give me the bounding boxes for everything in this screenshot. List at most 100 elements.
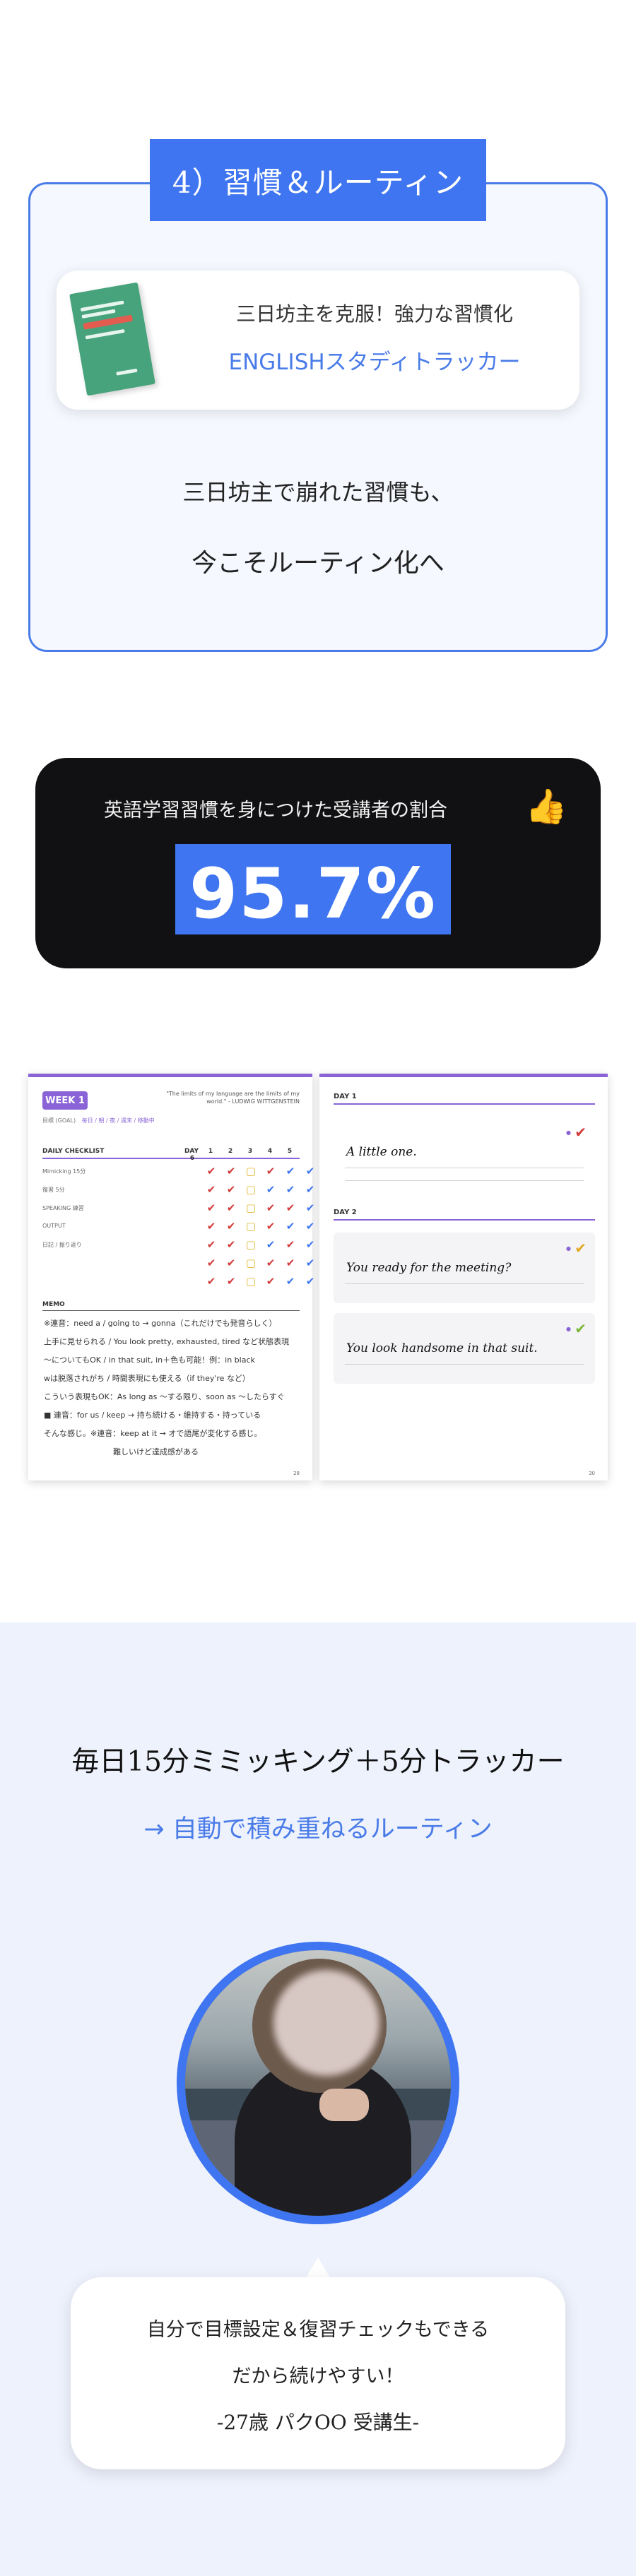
stat-label: 英語学習習慣を身につけた受講者の割合 (104, 800, 447, 821)
worksheet-left-page: WEEK 1 "The limits of my language are th… (28, 1074, 315, 1480)
habit-section-frame (28, 182, 608, 652)
check-mark-icon: ✔ (266, 1238, 276, 1251)
checklist-row: Mimicking 15分 ✔ ✔ ▢ ✔ ✔ ✔ (42, 1165, 314, 1179)
stat-card: 英語学習習慣を身につけた受講者の割合 👍 95.7% (35, 758, 601, 968)
student-photo (177, 1942, 459, 2224)
check-mark-icon: ✔ (305, 1165, 315, 1177)
check-mark-icon: ✔ (206, 1183, 216, 1196)
check-mark-icon: ▢ (245, 1165, 257, 1177)
checklist-row: 日記 / 振り返り ✔ ✔ ▢ ✔ ✔ ✔ (42, 1238, 314, 1252)
day-number: 4 (267, 1148, 273, 1155)
checklist-header: DAILY CHECKLIST DAY 1 2 3 4 5 6 (42, 1148, 300, 1162)
check-mark-icon: ▢ (245, 1257, 257, 1269)
memo-line: 上手に見せられる / You look pretty, exhausted, t… (44, 1337, 290, 1346)
check-mark-icon: ▢ (245, 1238, 257, 1251)
check-mark-icon: ✔ (226, 1201, 236, 1214)
stat-highlight: 95.7% (175, 844, 451, 934)
check-mark-icon: ✔ (285, 1165, 295, 1177)
routine-title: 毎日15分ミミッキング＋5分トラッカー (71, 1746, 565, 1778)
memo-line: こういう表現もOK：As long as ～する限り、soon as ～したらす… (44, 1392, 285, 1401)
check-mark-icon: ▢ (245, 1201, 257, 1214)
page-number: 28 (293, 1471, 300, 1476)
testimonial-line2: だから続けやすい！ (232, 2366, 404, 2387)
day-number: 3 (247, 1148, 253, 1155)
day-entry-card: ● ✔ You ready for the meeting? (334, 1233, 595, 1303)
check-badge: ● (566, 1326, 571, 1332)
day-entry-card: ● ✔ You look handsome in that suit. (334, 1313, 595, 1384)
check-mark-icon: ✔ (305, 1183, 315, 1196)
handwritten-answer: A little one. (346, 1145, 417, 1159)
checklist-item-label: SPEAKING 練習 (42, 1205, 84, 1211)
worksheet-right-page: DAY 1 ● ✔ A little one. DAY 2 ● ✔ You re… (319, 1074, 608, 1480)
handwritten-answer: You ready for the meeting? (346, 1261, 512, 1275)
testimonial-author: -27歳 パクOO 受講生- (216, 2411, 420, 2434)
check-mark-icon: ✔ (206, 1257, 216, 1269)
check-badge: ● (566, 1129, 571, 1136)
check-mark-icon: ✔ (305, 1201, 315, 1214)
day2-title: DAY 2 (334, 1209, 595, 1221)
check-mark-icon: ▢ (245, 1220, 257, 1233)
check-mark-icon: ✔ (266, 1183, 276, 1196)
habit-message-line1: 三日坊主で崩れた習慣も、 (182, 479, 454, 506)
check-mark-icon: ✔ (226, 1257, 236, 1269)
memo-line: 難しいけど達成感がある (113, 1447, 199, 1456)
goal-row: 目標 (GOAL) 毎日 / 朝 / 夜 / 週末 / 移動中 (42, 1117, 155, 1124)
check-mark-icon: ✔ (266, 1257, 276, 1269)
red-check-icon: ✔ (575, 1124, 587, 1141)
check-mark-icon: ✔ (226, 1220, 236, 1233)
page-number: 30 (589, 1471, 595, 1476)
memo-title: MEMO (42, 1301, 300, 1311)
day-number: 2 (228, 1148, 233, 1155)
goal-label: 目標 (GOAL) (42, 1117, 76, 1124)
check-mark-icon: ✔ (206, 1275, 216, 1288)
check-mark-icon: ✔ (305, 1257, 315, 1269)
tracker-product-card: 三日坊主を克服！強力な習慣化 ENGLISHスタディトラッカー (57, 271, 579, 410)
check-mark-icon: ✔ (226, 1238, 236, 1251)
speech-bubble-tail (305, 2257, 331, 2279)
day-number: 5 (287, 1148, 293, 1155)
checklist-item-label: Mimicking 15分 (42, 1168, 86, 1175)
testimonial-line1: 自分で目標設定＆復習チェックもできる (146, 2319, 490, 2341)
checklist-row: SPEAKING 練習 ✔ ✔ ▢ ✔ ✔ ✔ (42, 1201, 314, 1216)
memo-line: ■ 連音：for us / keep → 持ち続ける・維持する・持っている (44, 1411, 261, 1420)
week-badge: WEEK 1 (42, 1091, 88, 1110)
habit-message-line2: 今こそルーティン化へ (192, 549, 444, 578)
thumbs-up-icon: 👍 (525, 787, 567, 826)
check-mark-icon: ✔ (266, 1201, 276, 1214)
checklist-days: DAY 1 2 3 4 5 6 (182, 1148, 300, 1162)
check-mark-icon: ✔ (305, 1275, 315, 1288)
worksheet-quote: "The limits of my language are the limit… (166, 1091, 300, 1105)
check-mark-icon: ✔ (305, 1220, 315, 1233)
check-mark-icon: ✔ (285, 1275, 295, 1288)
check-mark-icon: ✔ (285, 1220, 295, 1233)
day1-title: DAY 1 (334, 1093, 595, 1105)
day-label: DAY (184, 1148, 199, 1155)
checklist-item-label: 復習 5分 (42, 1187, 65, 1193)
check-mark-icon: ✔ (206, 1201, 216, 1214)
check-mark-icon: ✔ (226, 1165, 236, 1177)
check-mark-icon: ✔ (285, 1183, 295, 1196)
check-mark-icon: ✔ (266, 1220, 276, 1233)
tracker-product-name: ENGLISHスタディトラッカー (228, 350, 521, 375)
tracker-book-image (69, 282, 155, 396)
check-mark-icon: ✔ (206, 1238, 216, 1251)
check-badge: ● (566, 1245, 571, 1252)
check-mark-icon: ✔ (226, 1275, 236, 1288)
check-mark-icon: ✔ (266, 1275, 276, 1288)
checklist-row: 復習 5分 ✔ ✔ ▢ ✔ ✔ ✔ (42, 1183, 314, 1197)
check-mark-icon: ✔ (285, 1201, 295, 1214)
memo-line: ～についてもOK / in that suit, in＋色も可能！例：in bl… (44, 1355, 255, 1365)
memo-line: そんな感じ。※連音：keep at it → オで語尾が変化する感じ。 (44, 1429, 262, 1438)
check-mark-icon: ✔ (285, 1257, 295, 1269)
day-number: 1 (208, 1148, 213, 1155)
checklist-row: ✔ ✔ ▢ ✔ ✔ ✔ (42, 1275, 315, 1289)
check-mark-icon: ✔ (285, 1238, 295, 1251)
check-mark-icon: ✔ (206, 1220, 216, 1233)
green-check-icon: ✔ (575, 1320, 587, 1337)
checklist-row: OUTPUT ✔ ✔ ▢ ✔ ✔ ✔ (42, 1220, 314, 1234)
checklist-item-label: OUTPUT (42, 1223, 66, 1229)
checklist-row: ✔ ✔ ▢ ✔ ✔ ✔ (42, 1257, 315, 1271)
memo-line: ※連音：need a / going to → gonna（これだけでも発音らし… (44, 1319, 277, 1328)
check-mark-icon: ✔ (305, 1238, 315, 1251)
checklist-item-label: 日記 / 振り返り (42, 1242, 82, 1248)
